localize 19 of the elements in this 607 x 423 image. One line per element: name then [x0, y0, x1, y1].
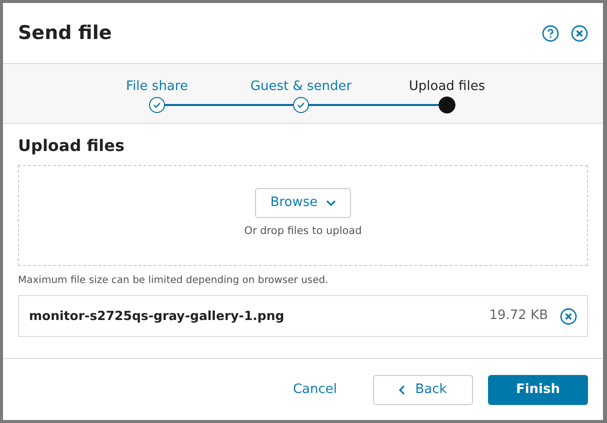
step-link[interactable]: Guest & sender — [250, 77, 352, 96]
help-button[interactable] — [542, 24, 559, 42]
dialog-title: Send file — [18, 22, 113, 44]
cancel-button[interactable]: Cancel — [286, 378, 343, 400]
remove-button[interactable] — [560, 308, 577, 325]
drop-hint: Or drop files to upload — [244, 224, 362, 239]
finish-button[interactable]: Finish — [488, 374, 588, 404]
file-size: 19.72 KB — [489, 307, 548, 326]
step-link[interactable]: Upload files — [408, 77, 486, 96]
step-link[interactable]: File share — [126, 77, 188, 96]
chevron-left-icon — [399, 384, 406, 394]
back-button[interactable]: Back — [373, 374, 473, 404]
chevron-down-icon — [326, 200, 336, 206]
size-note: Maximum file size can be limited depending on browser used. — [18, 274, 330, 288]
drop-zone[interactable]: Browse Or drop files to upload — [18, 165, 588, 266]
section-title: Upload files — [18, 136, 126, 156]
browse-button[interactable]: Browse — [255, 188, 351, 218]
close-button[interactable] — [571, 24, 588, 42]
file-name: monitor-s2725qs-gray-gallery-1.png — [29, 306, 286, 325]
